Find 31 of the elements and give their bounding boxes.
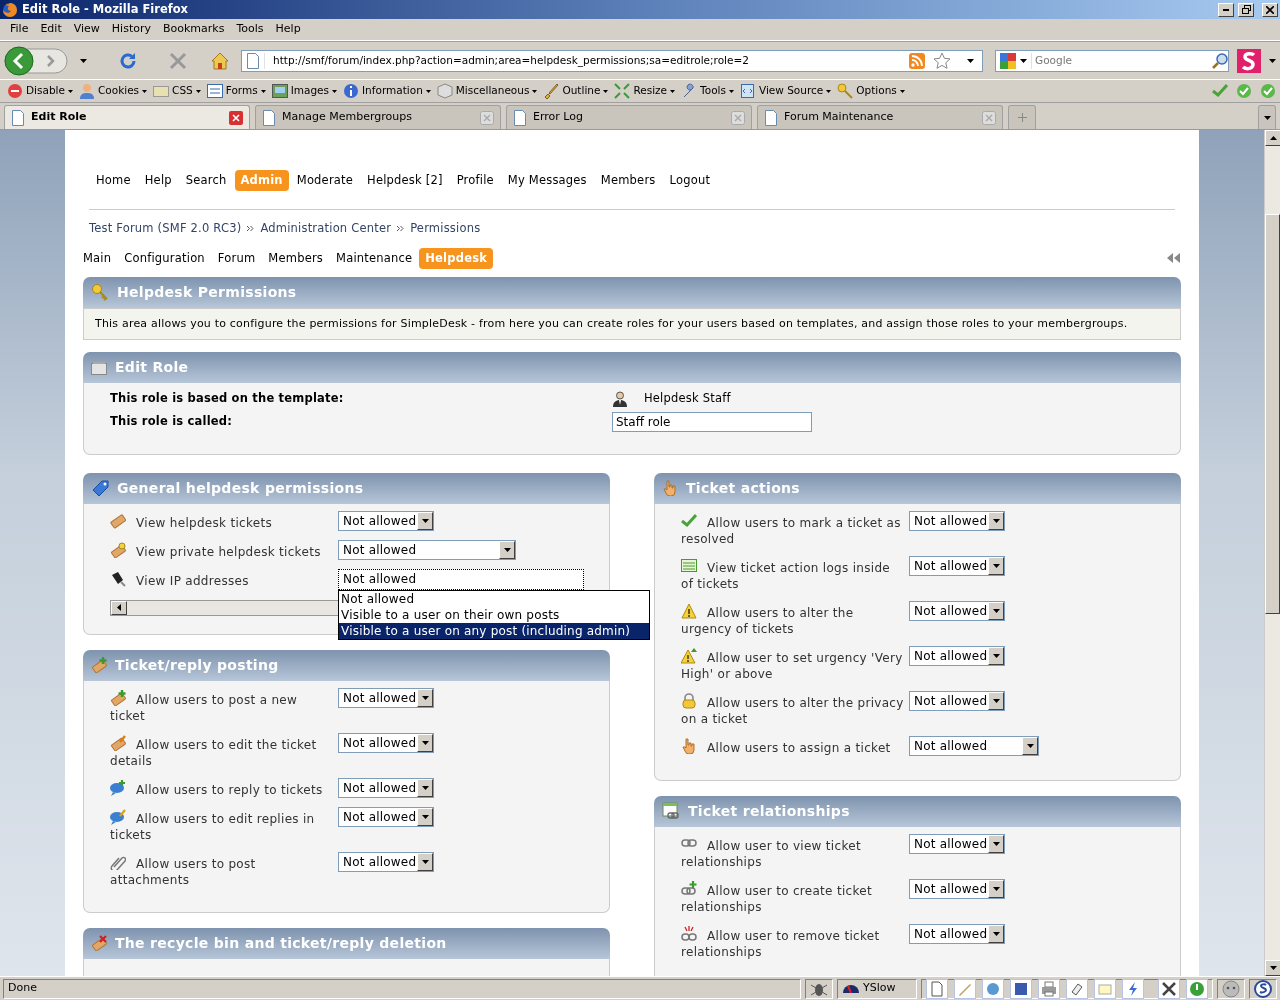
permission-label: Allow users to post a new ticket: [110, 689, 338, 724]
status-text: Done: [3, 978, 801, 999]
permission-label: Allow users to edit replies in tickets: [110, 808, 338, 843]
field-label: This role is based on the template:: [110, 390, 345, 408]
permission-label: Allow user to create ticket relationships: [681, 880, 909, 915]
permission-label: View private helpdesk tickets: [110, 541, 338, 560]
permission-label: Allow users to alter the urgency of tickets: [681, 602, 909, 637]
section-title: Ticket/reply posting: [115, 655, 279, 675]
permission-label: Allow user to set urgency 'Very High' or above: [681, 647, 909, 682]
field-label: This role is called:: [110, 412, 234, 430]
section-title: Ticket relationships: [688, 801, 850, 821]
permission-label: Allow user to remove ticket relationships: [681, 925, 909, 960]
window-title: Edit Role - Mozilla Firefox: [22, 0, 190, 18]
section-title: The recycle bin and ticket/reply deletion: [115, 933, 447, 953]
section-title: Ticket actions: [686, 478, 800, 498]
permission-label: View IP addresses: [110, 570, 338, 589]
permission-label: Allow users to edit the ticket details: [110, 734, 338, 769]
permission-label: Allow user to view ticket relationships: [681, 835, 909, 870]
permission-label: Allow users to mark a ticket as resolved: [681, 512, 909, 547]
permission-label: View ticket action logs inside of tickets: [681, 557, 909, 592]
url-text: http://smf/forum/index.php?action=admin;area=helpdesk_permissions;sa=editrole;role=2: [273, 52, 750, 69]
permission-label: Allow users to assign a ticket: [681, 737, 909, 756]
permission-label: Allow users to post attachments: [110, 853, 338, 888]
section-title: Helpdesk Permissions: [117, 282, 297, 302]
section-title: General helpdesk permissions: [117, 478, 364, 498]
permission-label: View helpdesk tickets: [110, 512, 338, 531]
permission-label: Allow users to alter the privacy on a ticket: [681, 692, 909, 727]
template-name: Helpdesk Staff: [644, 390, 731, 408]
permission-label: Allow users to reply to tickets: [110, 779, 338, 798]
section-title: Edit Role: [115, 358, 189, 378]
description-text: This area allows you to configure the permissions for SimpleDesk - from here you can create roles for your users based on templates, and assign those roles to your membergroups.: [83, 307, 1181, 341]
